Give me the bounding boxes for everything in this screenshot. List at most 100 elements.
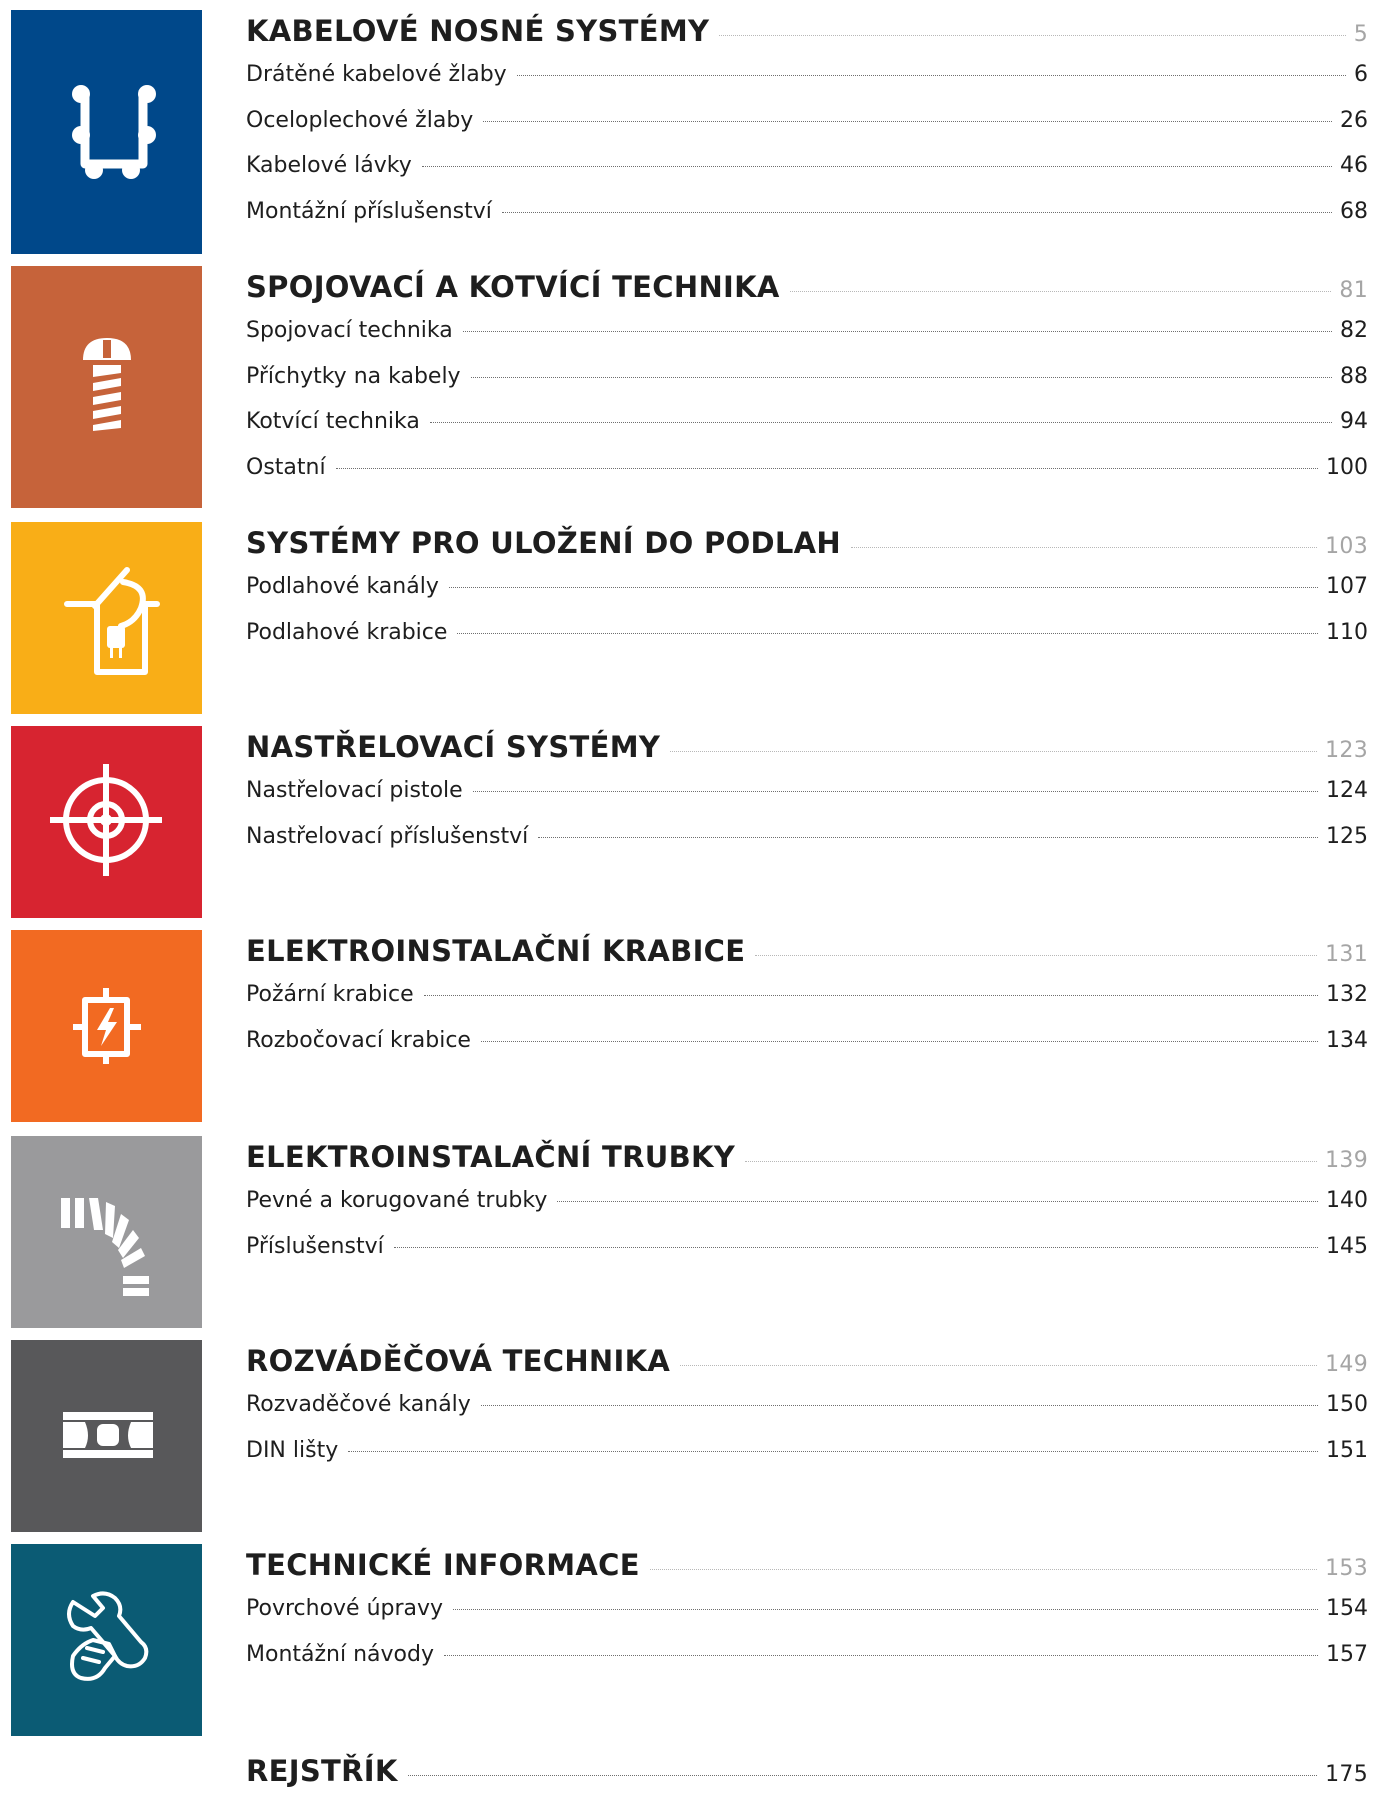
index-heading[interactable]: REJSTŘÍK 175 [246,1754,1368,1802]
toc-item-page: 110 [1326,619,1368,645]
toc-item[interactable]: Povrchové úpravy 154 [246,1596,1368,1642]
dot-leader [649,1569,1318,1570]
toc-heading-title: ELEKTROINSTALAČNÍ KRABICE [246,934,746,968]
dot-leader [407,1775,1318,1776]
junction-box-icon [73,988,141,1064]
toc-item[interactable]: Kabelové lávky 46 [246,153,1368,199]
toc-heading-page: 81 [1339,278,1368,303]
toc-section-2: SPOJOVACÍ A KOTVÍCÍ TECHNIKA 81 Spojovac… [246,270,1368,500]
dot-leader [851,547,1318,548]
section-tile-din-rail[interactable] [11,1340,202,1532]
toc-item-label: Drátěné kabelové žlaby [246,62,507,87]
conduit-pipe-icon [61,1198,149,1296]
toc-heading[interactable]: SPOJOVACÍ A KOTVÍCÍ TECHNIKA 81 [246,270,1368,318]
toc-heading-page: 149 [1325,1352,1368,1377]
toc-item[interactable]: Příchytky na kabely 88 [246,364,1368,410]
toc-item-page: 6 [1354,62,1368,87]
toc-item-page: 68 [1340,198,1368,224]
toc-heading-title: TECHNICKÉ INFORMACE [246,1548,640,1582]
toc-section-7: ROZVÁDĚČOVÁ TECHNIKA 149 Rozvaděčové kan… [246,1344,1368,1483]
toc-item[interactable]: Oceloplechové žlaby 26 [246,108,1368,154]
floor-box-icon [64,567,160,675]
section-tile-target[interactable] [11,726,202,918]
toc-item[interactable]: Podlahové kanály 107 [246,574,1368,620]
toc-item-label: Montážní příslušenství [246,198,492,224]
toc-item-label: Příslušenství [246,1233,384,1259]
section-tile-conduit[interactable] [11,1136,202,1328]
toc-section-8: TECHNICKÉ INFORMACE 153 Povrchové úpravy… [246,1548,1368,1687]
dot-leader [745,1161,1318,1162]
toc-index: REJSTŘÍK 175 [246,1754,1368,1802]
toc-item-page: 82 [1340,318,1368,343]
dot-leader [429,422,1332,423]
dot-leader [462,331,1332,332]
toc-heading-title: NASTŘELOVACÍ SYSTÉMY [246,730,661,764]
toc-item[interactable]: Příslušenství 145 [246,1234,1368,1280]
toc-item[interactable]: Drátěné kabelové žlaby 6 [246,62,1368,108]
section-tile-technical[interactable] [11,1544,202,1736]
toc-heading-page: 153 [1325,1556,1368,1581]
toc-item-label: Kabelové lávky [246,153,412,178]
toc-heading[interactable]: NASTŘELOVACÍ SYSTÉMY 123 [246,730,1368,778]
toc-heading[interactable]: ELEKTROINSTALAČNÍ TRUBKY 139 [246,1140,1368,1188]
toc-item-page: 150 [1326,1392,1368,1417]
toc-item[interactable]: Podlahové krabice 110 [246,620,1368,666]
section-tile-junction-box[interactable] [11,930,202,1122]
toc-item[interactable]: Montážní návody 157 [246,1642,1368,1688]
dot-leader [480,1040,1318,1042]
dot-leader [443,1654,1318,1656]
toc-section-6: ELEKTROINSTALAČNÍ TRUBKY 139 Pevné a kor… [246,1140,1368,1279]
dot-leader [448,587,1318,588]
toc-item[interactable]: Montážní příslušenství 68 [246,199,1368,245]
toc-heading-title: ROZVÁDĚČOVÁ TECHNIKA [246,1344,671,1378]
toc-item-label: Montážní návody [246,1641,434,1667]
section-tile-cable-tray[interactable] [11,10,202,254]
toc-heading-page: 131 [1325,942,1368,967]
toc-item[interactable]: Nastřelovací příslušenství 125 [246,824,1368,870]
toc-heading[interactable]: ROZVÁDĚČOVÁ TECHNIKA 149 [246,1344,1368,1392]
toc-heading[interactable]: TECHNICKÉ INFORMACE 153 [246,1548,1368,1596]
toc-item[interactable]: Nastřelovací pistole 124 [246,778,1368,824]
toc-section-5: ELEKTROINSTALAČNÍ KRABICE 131 Požární kr… [246,934,1368,1073]
toc-item-page: 145 [1326,1233,1368,1259]
toc-item[interactable]: Ostatní 100 [246,455,1368,501]
toc-item-page: 100 [1326,454,1368,480]
dot-leader [789,291,1332,292]
toc-item-page: 46 [1340,153,1368,178]
dot-leader [538,836,1318,838]
toc-item[interactable]: Kotvící technika 94 [246,409,1368,455]
wrench-hand-icon [67,1591,149,1681]
toc-item[interactable]: Spojovací technika 82 [246,318,1368,364]
dot-leader [423,995,1318,996]
toc-item[interactable]: Rozvaděčové kanály 150 [246,1392,1368,1438]
toc-item-label: Požární krabice [246,982,414,1007]
dot-leader [501,211,1332,213]
toc-heading-title: SYSTÉMY PRO ULOŽENÍ DO PODLAH [246,526,841,560]
toc-item[interactable]: Pevné a korugované trubky 140 [246,1188,1368,1234]
cable-tray-icon [72,85,156,179]
toc-item-label: Ostatní [246,454,326,480]
toc-heading[interactable]: ELEKTROINSTALAČNÍ KRABICE 131 [246,934,1368,982]
toc-heading-page: 5 [1353,22,1368,47]
toc-item-label: Podlahové krabice [246,619,448,645]
toc-item[interactable]: Rozbočovací krabice 134 [246,1028,1368,1074]
dot-leader [457,632,1318,634]
dot-leader [335,467,1318,469]
toc-heading[interactable]: KABELOVÉ NOSNÉ SYSTÉMY 5 [246,14,1368,62]
toc-item-label: Pevné a korugované trubky [246,1188,548,1213]
dot-leader [483,120,1332,122]
toc-item[interactable]: DIN lišty 151 [246,1438,1368,1484]
dot-leader [480,1405,1318,1406]
dot-leader [670,751,1318,752]
section-tile-floor-box[interactable] [11,522,202,714]
toc-item-page: 125 [1326,823,1368,849]
toc-heading-page: 103 [1325,534,1368,559]
target-icon [50,764,162,876]
toc-heading[interactable]: SYSTÉMY PRO ULOŽENÍ DO PODLAH 103 [246,526,1368,574]
toc-section-3: SYSTÉMY PRO ULOŽENÍ DO PODLAH 103 Podlah… [246,526,1368,665]
section-tile-screw[interactable] [11,266,202,508]
toc-item-label: Oceloplechové žlaby [246,107,474,133]
toc-item[interactable]: Požární krabice 132 [246,982,1368,1028]
toc-item-page: 124 [1326,778,1368,803]
dot-leader [421,166,1332,167]
